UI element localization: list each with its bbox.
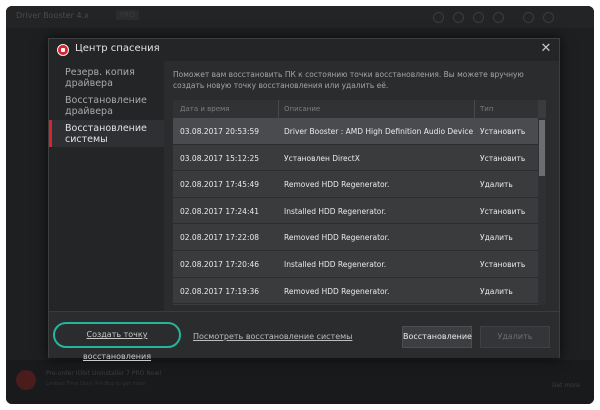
table-row[interactable]: 03.08.2017 20:53:59 Driver Booster : AMD…	[173, 118, 538, 145]
sidebar-item-restore-driver[interactable]: Восстановление драйвера	[49, 93, 164, 119]
promo-icon	[16, 370, 36, 390]
background-app-titlebar: Driver Booster 4.x PRO	[6, 6, 594, 28]
row-description: Установлен DirectX	[284, 153, 360, 163]
background-app-minimize-icon	[523, 12, 534, 23]
row-description: Removed HDD Regenerator.	[284, 180, 390, 190]
table-row[interactable]: 03.08.2017 15:12:25 Установлен DirectX У…	[173, 144, 538, 172]
rescue-center-icon	[57, 44, 69, 56]
table-row[interactable]: 02.08.2017 17:19:36 Removed HDD Regenera…	[173, 277, 538, 305]
description-text: Поможет вам восстановить ПК к состоянию …	[173, 70, 524, 90]
row-type: Удалить	[480, 233, 513, 243]
column-divider	[278, 100, 279, 118]
row-date: 02.08.2017 17:24:41	[180, 206, 260, 216]
sidebar-item-system-restore[interactable]: Восстановление системы	[49, 120, 164, 147]
table-row[interactable]: 02.08.2017 17:22:08 Removed HDD Regenera…	[173, 224, 538, 251]
column-divider	[474, 100, 475, 118]
row-type: Установить	[480, 153, 526, 163]
promo-line2: Limited Time Only! Pre Buy to get more	[46, 381, 146, 387]
row-date: 03.08.2017 20:53:59	[180, 127, 260, 136]
row-type: Установить	[480, 259, 526, 269]
background-app-support-icon	[473, 12, 484, 23]
row-type: Удалить	[480, 180, 513, 190]
table-scrollbar[interactable]	[538, 118, 546, 305]
row-date: 02.08.2017 17:45:49	[180, 180, 260, 190]
background-app-title: Driver Booster 4.x	[16, 11, 89, 20]
scrollbar-thumb[interactable]	[539, 120, 545, 176]
row-type: Установить	[480, 206, 526, 216]
row-description: Installed HDD Regenerator.	[284, 206, 387, 216]
view-system-restore-link[interactable]: Посмотреть восстановление системы	[193, 332, 352, 341]
background-app-close-icon	[543, 12, 554, 23]
create-restore-point-link[interactable]: Создать точку восстановления	[53, 322, 181, 361]
row-description: Driver Booster : AMD High Definition Aud…	[284, 127, 474, 136]
table-body: 03.08.2017 20:53:59 Driver Booster : AMD…	[173, 118, 538, 305]
background-app-menu-icon	[493, 12, 504, 23]
restore-button[interactable]: Восстановление	[402, 326, 472, 348]
row-date: 02.08.2017 17:19:36	[180, 286, 260, 296]
background-app-shirt-icon	[433, 12, 444, 23]
delete-button[interactable]: Удалить	[480, 326, 550, 348]
dialog-footer: Создать точку восстановления Посмотреть …	[49, 311, 559, 361]
row-date: 02.08.2017 17:22:08	[180, 233, 260, 243]
table-header: Дата и время Описание Тип	[173, 100, 538, 118]
background-app-version-badge: PRO	[116, 10, 139, 20]
row-type: Установить	[480, 127, 526, 136]
row-description: Removed HDD Regenerator.	[284, 233, 390, 243]
close-icon[interactable]: ✕	[539, 42, 553, 56]
sidebar-item-backup-driver[interactable]: Резерв. копия драйвера	[49, 65, 164, 91]
dialog-title: Центр спасения	[75, 43, 160, 54]
table-row[interactable]: 02.08.2017 17:24:41 Installed HDD Regene…	[173, 197, 538, 225]
background-app-gift-icon	[453, 12, 464, 23]
table-row[interactable]: 02.08.2017 17:45:49 Removed HDD Regenera…	[173, 171, 538, 198]
row-description: Removed HDD Regenerator.	[284, 286, 390, 296]
row-type: Удалить	[480, 286, 513, 296]
sidebar: Резерв. копия драйвера Восстановление др…	[49, 61, 164, 311]
dialog-titlebar: Центр спасения ✕	[49, 39, 559, 61]
column-header-type[interactable]: Тип	[480, 105, 493, 113]
rescue-center-dialog: Центр спасения ✕ Резерв. копия драйвера …	[48, 38, 560, 361]
restore-points-table: Дата и время Описание Тип 03.08.2017 20:…	[173, 100, 546, 305]
column-header-date[interactable]: Дата и время	[180, 105, 230, 113]
row-date: 02.08.2017 17:20:46	[180, 259, 260, 269]
row-description: Installed HDD Regenerator.	[284, 259, 387, 269]
table-row[interactable]: 02.08.2017 17:20:46 Installed HDD Regene…	[173, 250, 538, 278]
promo-line1: Pre-order IObit Uninstaller 7 PRO Now!	[46, 370, 162, 377]
column-header-description[interactable]: Описание	[284, 105, 320, 113]
row-date: 03.08.2017 15:12:25	[180, 153, 260, 163]
promo-link: Get more	[551, 382, 580, 389]
